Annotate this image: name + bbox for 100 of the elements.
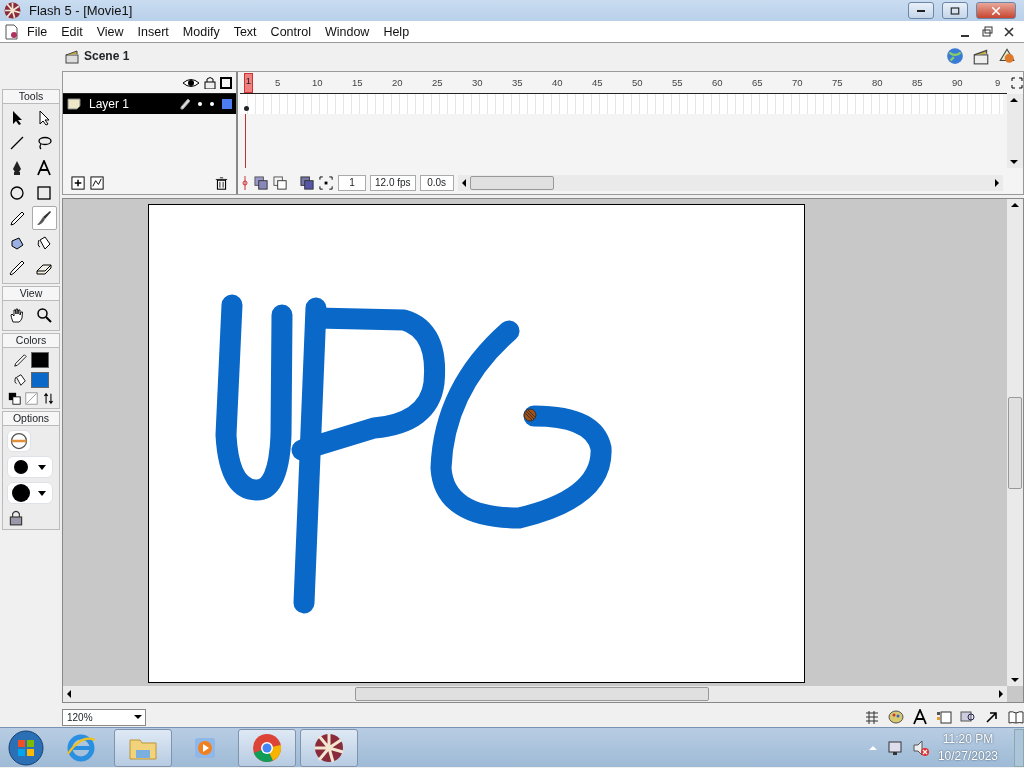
lock-fill-button[interactable] (7, 508, 25, 526)
tool-button[interactable] (41, 392, 55, 405)
paint-bucket-icon (36, 235, 52, 251)
frame-rate: 12.0 fps (370, 175, 416, 191)
frame-number: 9 (995, 76, 1001, 90)
menu-item[interactable]: Help (376, 20, 417, 43)
onion-button[interactable] (300, 175, 315, 191)
taskbar-button[interactable] (238, 728, 296, 767)
delete-layer-button[interactable] (215, 176, 228, 190)
ink-bottle-icon (9, 235, 25, 251)
dot-icon (210, 102, 214, 106)
onion-skin-icon (254, 175, 269, 191)
toolbar-button[interactable] (946, 47, 964, 65)
letter-a-icon (36, 160, 52, 176)
default-colors-icon (7, 392, 21, 405)
minimize-icon (917, 9, 925, 12)
frame-number: 60 (712, 76, 723, 90)
circle-icon (9, 185, 25, 201)
scrollbar[interactable] (63, 686, 1007, 702)
add-layer-icon (71, 175, 86, 191)
zoom-value: 120% (66, 710, 94, 725)
menu-item[interactable]: Window (317, 20, 377, 43)
line-icon (9, 135, 25, 151)
menu-item[interactable]: Control (263, 20, 318, 43)
tool-button[interactable] (7, 392, 21, 405)
restore-button[interactable] (980, 24, 994, 39)
frame-number: 50 (632, 76, 643, 90)
clapperboard-icon (64, 48, 80, 64)
menu-item[interactable]: Edit (54, 20, 90, 43)
panel-heading: Tools (3, 90, 59, 104)
color-swatch[interactable] (31, 352, 49, 368)
frame-number: 1 (244, 73, 253, 93)
toolbar-button[interactable] (998, 47, 1016, 65)
brush-size-dropdown[interactable] (7, 482, 53, 504)
tool-button[interactable] (31, 206, 57, 230)
scrollbar-thumb[interactable] (1008, 396, 1022, 489)
frame-number: 5 (275, 76, 281, 90)
minimize-button[interactable] (908, 2, 934, 19)
layer-row[interactable]: Layer 1 (63, 94, 236, 114)
frame-number: 15 (352, 76, 363, 90)
panel-heading: View (3, 287, 59, 301)
onion-button[interactable] (319, 175, 334, 191)
menu-item[interactable]: Modify (175, 20, 227, 43)
globe-icon (946, 47, 964, 65)
layer-button[interactable] (90, 175, 105, 191)
book-icon (1008, 709, 1024, 725)
hand-icon (9, 307, 25, 323)
menu-item[interactable]: View (89, 20, 131, 43)
taskbar-button[interactable] (300, 728, 358, 767)
launcher-button[interactable] (912, 709, 928, 725)
lock-icon (7, 508, 25, 526)
speaker-muted-icon (911, 738, 930, 757)
menu-item[interactable]: Text (226, 20, 264, 43)
frame-number: 55 (672, 76, 683, 90)
launcher-button[interactable] (1008, 709, 1024, 725)
no-color-icon (24, 392, 38, 405)
brush-mode-button[interactable] (7, 430, 31, 452)
stage-canvas[interactable] (147, 204, 805, 683)
color-swatch[interactable] (31, 372, 49, 388)
layer-button[interactable] (71, 175, 86, 191)
dot-icon (198, 102, 202, 106)
outline-icon (220, 76, 232, 89)
start-button[interactable] (8, 729, 44, 766)
onion-button[interactable] (254, 175, 269, 191)
scrollbar[interactable] (457, 175, 1003, 191)
onion-button[interactable] (273, 175, 288, 191)
scrollbar-thumb[interactable] (355, 687, 709, 701)
eyedropper-icon (9, 260, 25, 276)
menu-item[interactable]: Insert (130, 20, 176, 43)
caret-icon (38, 464, 46, 470)
network-button[interactable] (885, 738, 904, 757)
launcher-button[interactable] (936, 709, 952, 725)
frame-number: 90 (952, 76, 963, 90)
scene-label: Scene 1 (84, 48, 130, 65)
frame-number: 70 (792, 76, 803, 90)
elapsed-time: 0.0s (419, 175, 454, 191)
close-button[interactable] (1002, 24, 1016, 39)
windows-orb-icon (8, 729, 44, 766)
scrollbar[interactable] (1007, 94, 1023, 168)
zoom-dropdown[interactable]: 120% (62, 708, 146, 726)
launcher-button[interactable] (888, 709, 904, 725)
maximize-button[interactable] (942, 2, 968, 19)
brush-size-dropdown[interactable] (7, 456, 53, 478)
markers-icon (319, 175, 334, 191)
letter-a-icon (912, 709, 928, 725)
toolbar-button[interactable] (972, 47, 990, 65)
window-title: Flash 5 - [Movie1] (29, 1, 134, 20)
onion-outline-icon (273, 175, 288, 191)
brush-cursor-icon (522, 408, 537, 422)
pencil-icon (9, 210, 25, 226)
playhead-button[interactable] (240, 176, 250, 190)
scrollbar-thumb[interactable] (469, 176, 554, 190)
frame-number: 30 (472, 76, 483, 90)
flash-logo-icon (313, 731, 345, 764)
launcher-button[interactable] (984, 709, 1000, 725)
scrollbar[interactable] (1007, 199, 1023, 686)
volume-button[interactable] (911, 738, 930, 757)
keyframe-dot (244, 106, 249, 111)
menu-item[interactable]: File (20, 20, 55, 43)
pencil-icon (180, 98, 190, 110)
